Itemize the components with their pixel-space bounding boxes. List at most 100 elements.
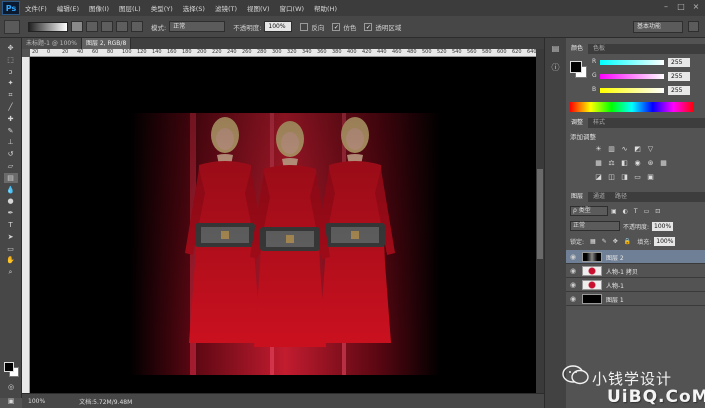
marquee-tool-icon[interactable]: ⬚ — [4, 55, 18, 65]
canvas[interactable] — [30, 57, 536, 393]
foreground-background-colors[interactable] — [4, 362, 20, 378]
clone-stamp-tool-icon[interactable]: ⊥ — [4, 137, 18, 147]
filter-pixel-icon[interactable]: ▣ — [611, 208, 617, 215]
lasso-tool-icon[interactable]: ↄ — [4, 67, 18, 77]
foreground-color-swatch[interactable] — [4, 362, 14, 372]
menu-view[interactable]: 视图(V) — [242, 3, 275, 13]
eyedropper-tool-icon[interactable]: ╱ — [4, 102, 18, 112]
healing-brush-tool-icon[interactable]: ✚ — [4, 114, 18, 124]
history-panel-icon[interactable]: ▤ — [549, 44, 563, 56]
gradient-picker[interactable] — [28, 21, 68, 32]
eye-icon[interactable]: ◉ — [570, 253, 578, 261]
workspace-select[interactable]: 基本功能 — [633, 21, 683, 33]
menu-image[interactable]: 图像(I) — [84, 3, 114, 13]
menu-window[interactable]: 窗口(W) — [275, 3, 310, 13]
fill-field[interactable]: 100% — [654, 236, 676, 246]
menu-help[interactable]: 帮助(H) — [309, 3, 342, 13]
reverse-checkbox[interactable] — [300, 22, 309, 31]
document-size-info[interactable]: 文档:5.72M/9.48M — [79, 397, 132, 406]
tab-document-1[interactable]: 未标题-1 @ 100% — [22, 38, 82, 49]
type-tool-icon[interactable]: T — [4, 220, 18, 230]
screen-mode-icon[interactable]: ▣ — [4, 396, 18, 406]
photo-filter-icon[interactable]: ◉ — [633, 159, 642, 168]
tab-channels[interactable]: 通道 — [588, 192, 610, 202]
levels-icon[interactable]: ▥ — [607, 145, 616, 154]
menu-type[interactable]: 类型(Y) — [146, 3, 178, 13]
layer-opacity-field[interactable]: 100% — [652, 221, 674, 231]
lock-position-icon[interactable]: ✥ — [613, 238, 618, 245]
move-tool-icon[interactable]: ✥ — [4, 43, 18, 53]
tab-color[interactable]: 颜色 — [566, 44, 589, 54]
transparency-checkbox[interactable]: ✓ — [364, 22, 373, 31]
quick-mask-icon[interactable]: ◎ — [4, 382, 18, 392]
filter-type-icon[interactable]: T — [634, 208, 638, 215]
color-foreground-swatch[interactable] — [570, 61, 582, 73]
vertical-scrollbar[interactable] — [536, 49, 544, 393]
gradient-map-icon[interactable]: ▭ — [633, 173, 642, 182]
blue-value-field[interactable]: 255 — [668, 86, 690, 95]
rectangle-tool-icon[interactable]: ▭ — [4, 244, 18, 254]
color-lookup-icon[interactable]: ▦ — [659, 159, 668, 168]
eye-icon[interactable]: ◉ — [570, 281, 578, 289]
tab-paths[interactable]: 路径 — [610, 192, 632, 202]
tab-document-2[interactable]: 图层 2, RGB/8 — [81, 38, 132, 49]
menu-edit[interactable]: 编辑(E) — [52, 3, 84, 13]
zoom-level[interactable]: 100% — [28, 398, 45, 405]
blue-slider[interactable] — [600, 88, 664, 93]
pen-tool-icon[interactable]: ✒ — [4, 208, 18, 218]
selective-color-icon[interactable]: ▣ — [646, 173, 655, 182]
posterize-icon[interactable]: ◫ — [607, 173, 616, 182]
green-value-field[interactable]: 255 — [668, 72, 690, 81]
menu-filter[interactable]: 滤镜(T) — [210, 3, 242, 13]
eye-icon[interactable]: ◉ — [570, 295, 578, 303]
lock-transparent-icon[interactable]: ▦ — [590, 238, 596, 245]
reflected-gradient-button[interactable] — [116, 21, 128, 32]
dither-checkbox[interactable]: ✓ — [332, 22, 341, 31]
invert-icon[interactable]: ◪ — [594, 173, 603, 182]
layer-row[interactable]: ◉ 人物-1 — [566, 278, 705, 292]
tab-adjustments[interactable]: 调整 — [566, 118, 589, 128]
mode-select[interactable]: 正常 — [169, 21, 226, 32]
tool-preset-picker[interactable] — [4, 19, 20, 34]
maximize-icon[interactable]: □ — [676, 2, 686, 12]
filter-shape-icon[interactable]: ▭ — [644, 208, 650, 215]
opacity-field[interactable]: 100% — [264, 21, 293, 32]
menu-layer[interactable]: 图层(L) — [114, 3, 146, 13]
vibrance-icon[interactable]: ▽ — [646, 145, 655, 154]
scrollbar-thumb[interactable] — [537, 169, 543, 259]
brush-tool-icon[interactable]: ✎ — [4, 126, 18, 136]
magic-wand-tool-icon[interactable]: ✦ — [4, 78, 18, 88]
blur-tool-icon[interactable]: 💧 — [4, 185, 18, 195]
dodge-tool-icon[interactable]: ● — [4, 196, 18, 206]
tab-styles[interactable]: 样式 — [588, 118, 610, 128]
zoom-tool-icon[interactable]: ⌕ — [4, 267, 18, 277]
eye-icon[interactable]: ◉ — [570, 267, 578, 275]
layer-row[interactable]: ◉ 人物-1 拷贝 — [566, 264, 705, 278]
exposure-icon[interactable]: ◩ — [633, 145, 642, 154]
lock-all-icon[interactable]: 🔒 — [624, 238, 631, 245]
hue-saturation-icon[interactable]: ▦ — [594, 159, 603, 168]
hand-tool-icon[interactable]: ✋ — [4, 255, 18, 265]
color-balance-icon[interactable]: ⚖ — [607, 159, 616, 168]
threshold-icon[interactable]: ◨ — [620, 173, 629, 182]
lock-image-icon[interactable]: ✎ — [602, 238, 607, 245]
radial-gradient-button[interactable] — [86, 21, 98, 32]
linear-gradient-button[interactable] — [71, 21, 83, 32]
layer-row[interactable]: ◉ 图层 2 — [566, 250, 705, 264]
filter-smart-icon[interactable]: ⊡ — [655, 208, 660, 215]
history-brush-tool-icon[interactable]: ↺ — [4, 149, 18, 159]
menu-select[interactable]: 选择(S) — [178, 3, 210, 13]
diamond-gradient-button[interactable] — [131, 21, 143, 32]
tab-swatches[interactable]: 色板 — [588, 44, 610, 54]
minimize-icon[interactable]: – — [661, 2, 671, 12]
properties-panel-icon[interactable]: ⓘ — [549, 62, 563, 74]
black-white-icon[interactable]: ◧ — [620, 159, 629, 168]
close-icon[interactable]: × — [691, 2, 701, 12]
crop-tool-icon[interactable]: ⌗ — [4, 90, 18, 100]
filter-adjust-icon[interactable]: ◐ — [623, 208, 628, 215]
channel-mixer-icon[interactable]: ⊛ — [646, 159, 655, 168]
tab-layers[interactable]: 图层 — [566, 192, 589, 202]
workspace-menu-icon[interactable] — [688, 21, 699, 32]
menu-file[interactable]: 文件(F) — [20, 3, 52, 13]
red-slider[interactable] — [600, 60, 664, 65]
